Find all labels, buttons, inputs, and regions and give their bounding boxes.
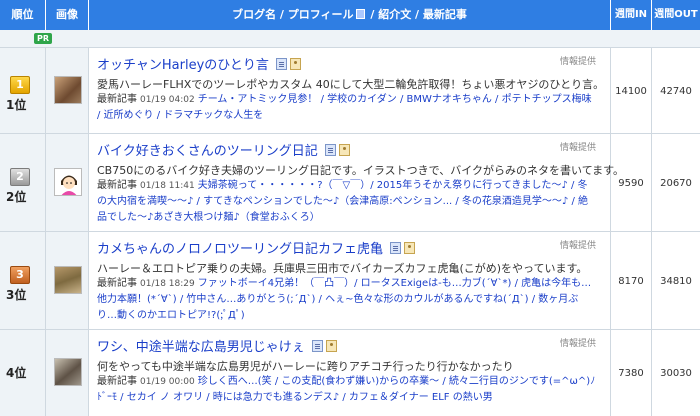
header-blog-post: / 紹介文 / 最新記事 bbox=[366, 8, 467, 21]
profile-icon bbox=[355, 9, 365, 19]
image-cell bbox=[46, 134, 89, 231]
pr-row: PR bbox=[0, 30, 700, 48]
blog-title-text[interactable]: カメちゃんのノロノロツーリング日記カフェ虎亀 bbox=[97, 242, 383, 257]
blog-cell: オッチャンHarleyのひとり言 情報提供 愛馬ハーレーFLHXでのツーレポやカ… bbox=[89, 48, 611, 133]
recent-label: 最新記事 bbox=[97, 278, 137, 289]
weekly-out-cell: 42740 bbox=[652, 48, 700, 133]
blog-info-icon[interactable] bbox=[390, 242, 402, 254]
blog-description: CB750にのるバイク好き夫婦のツーリング日記です。イラストつきで、バイクがらみ… bbox=[97, 164, 625, 177]
weekly-out-cell: 34810 bbox=[652, 232, 700, 329]
blog-avatar[interactable] bbox=[54, 266, 82, 294]
recent-date: 01/19 04:02 bbox=[140, 95, 195, 105]
rank-cell: 4位 bbox=[0, 330, 46, 416]
weekly-out-value: 30030 bbox=[660, 368, 692, 379]
ranking-entry-1: 1 1位 オッチャンHarleyのひとり言 情報提供 愛馬ハーレーFLHXでのツ… bbox=[0, 48, 700, 134]
blog-cell: ワシ、中途半端な広島男児じゃけぇ 情報提供 何をやっても中途半端な広島男児がハー… bbox=[89, 330, 611, 416]
ranking-entry-2: 2 2位 バイク好きおくさんのツーリング日記 情報提供 CB750にのるバイク好… bbox=[0, 134, 700, 232]
weekly-out-cell: 30030 bbox=[652, 330, 700, 416]
recent-articles: 最新記事 01/19 04:02 チーム・アトミック見参！ / 学校のカイダン / … bbox=[97, 92, 596, 124]
cartoon-avatar-icon bbox=[61, 175, 77, 195]
weekly-in-value: 9590 bbox=[618, 178, 644, 189]
rank-label: 1位 bbox=[6, 98, 27, 112]
rank-cell: 3 3位 bbox=[0, 232, 46, 329]
weekly-in-cell: 9590 bbox=[611, 134, 652, 231]
blog-title-text[interactable]: オッチャンHarleyのひとり言 bbox=[97, 58, 269, 73]
blog-description: ハーレー＆エロトピア乗りの夫婦。兵庫県三田市でバイカーズカフェ虎亀(こがめ)をや… bbox=[97, 262, 588, 275]
profile-icon[interactable] bbox=[325, 340, 337, 352]
weekly-in-value: 14100 bbox=[615, 86, 647, 97]
image-cell bbox=[46, 48, 89, 133]
weekly-out-value: 34810 bbox=[660, 276, 692, 287]
blog-cell: カメちゃんのノロノロツーリング日記カフェ虎亀 情報提供 ハーレー＆エロトピア乗り… bbox=[89, 232, 611, 329]
recent-date: 01/19 00:00 bbox=[140, 377, 195, 387]
recent-date: 01/18 18:29 bbox=[140, 279, 195, 289]
blog-title-link[interactable]: ワシ、中途半端な広島男児じゃけぇ bbox=[97, 336, 337, 355]
weekly-out-value: 20670 bbox=[660, 178, 692, 189]
gold-medal-icon: 1 bbox=[10, 76, 30, 94]
rank-cell: 2 2位 bbox=[0, 134, 46, 231]
image-cell bbox=[46, 232, 89, 329]
profile-icon[interactable] bbox=[338, 144, 350, 156]
image-cell bbox=[46, 330, 89, 416]
blog-avatar[interactable] bbox=[54, 168, 82, 196]
weekly-in-value: 8170 bbox=[618, 276, 644, 287]
recent-date: 01/18 11:41 bbox=[140, 181, 195, 191]
bronze-medal-icon: 3 bbox=[10, 266, 30, 284]
blog-info-icon[interactable] bbox=[275, 58, 287, 70]
weekly-in-cell: 7380 bbox=[611, 330, 652, 416]
recent-label: 最新記事 bbox=[97, 94, 137, 105]
blog-avatar[interactable] bbox=[54, 76, 82, 104]
recent-articles: 最新記事 01/18 11:41 夫婦茶碗って・・・・・・?（￣▽￣）/ 2015年… bbox=[97, 178, 596, 226]
ranking-table-header: 順位 画像 ブログ名 / プロフィール / 紹介文 / 最新記事 週間IN 週間… bbox=[0, 0, 700, 30]
blog-title-link[interactable]: バイク好きおくさんのツーリング日記 bbox=[97, 140, 350, 159]
weekly-in-cell: 14100 bbox=[611, 48, 652, 133]
rank-label: 4位 bbox=[6, 366, 27, 380]
header-weekly-out: 週間OUT bbox=[654, 9, 698, 20]
ranking-entry-3: 3 3位 カメちゃんのノロノロツーリング日記カフェ虎亀 情報提供 ハーレー＆エロ… bbox=[0, 232, 700, 330]
header-image: 画像 bbox=[46, 0, 89, 30]
rank-label: 3位 bbox=[6, 288, 27, 302]
header-weekly-in: 週間IN bbox=[611, 0, 652, 30]
blog-description: 何をやっても中途半端な広島男児がハーレーに跨りアチコチ行ったり行かなかったり bbox=[97, 360, 514, 373]
blog-info-icon[interactable] bbox=[324, 144, 336, 156]
ranking-entry-4: 4位 ワシ、中途半端な広島男児じゃけぇ 情報提供 何をやっても中途半端な広島男児… bbox=[0, 330, 700, 416]
recent-label: 最新記事 bbox=[97, 376, 137, 387]
blog-cell: バイク好きおくさんのツーリング日記 情報提供 CB750にのるバイク好き夫婦のツ… bbox=[89, 134, 624, 231]
header-rank: 順位 bbox=[0, 0, 46, 30]
pr-badge[interactable]: PR bbox=[34, 33, 53, 44]
profile-icon[interactable] bbox=[289, 58, 301, 70]
weekly-out-cell: 20670 bbox=[652, 134, 700, 231]
rank-cell: 1 1位 bbox=[0, 48, 46, 133]
header-blog: ブログ名 / プロフィール / 紹介文 / 最新記事 bbox=[89, 0, 611, 30]
info-provided-label: 情報提供 bbox=[559, 143, 596, 153]
blog-title-text[interactable]: ワシ、中途半端な広島男児じゃけぇ bbox=[97, 340, 305, 355]
info-provided-label: 情報提供 bbox=[559, 339, 596, 349]
rank-label: 2位 bbox=[6, 190, 27, 204]
silver-medal-icon: 2 bbox=[10, 168, 30, 186]
profile-icon[interactable] bbox=[404, 242, 416, 254]
weekly-out-value: 42740 bbox=[660, 86, 692, 97]
blog-description: 愛馬ハーレーFLHXでのツーレポやカスタム 40にして大型二輪免許取得！ちょい悪… bbox=[97, 78, 605, 91]
info-provided-label: 情報提供 bbox=[559, 241, 596, 251]
recent-label: 最新記事 bbox=[97, 180, 137, 191]
blog-title-link[interactable]: オッチャンHarleyのひとり言 bbox=[97, 54, 301, 73]
blog-title-text[interactable]: バイク好きおくさんのツーリング日記 bbox=[97, 144, 318, 159]
weekly-in-value: 7380 bbox=[618, 368, 644, 379]
recent-articles: 最新記事 01/19 00:00 珍しく西へ…(笑 / この支配(食わず嫌い)からの… bbox=[97, 374, 596, 406]
blog-info-icon[interactable] bbox=[311, 340, 323, 352]
weekly-in-cell: 8170 bbox=[611, 232, 652, 329]
info-provided-label: 情報提供 bbox=[559, 57, 596, 67]
blog-avatar[interactable] bbox=[54, 358, 82, 386]
recent-articles: 最新記事 01/18 18:29 ファットボーイ4兄弟！（￣凸￣）/ ロータスExi… bbox=[97, 276, 596, 324]
header-blog-pre: ブログ名 / プロフィール bbox=[232, 8, 354, 21]
blog-title-link[interactable]: カメちゃんのノロノロツーリング日記カフェ虎亀 bbox=[97, 238, 416, 257]
